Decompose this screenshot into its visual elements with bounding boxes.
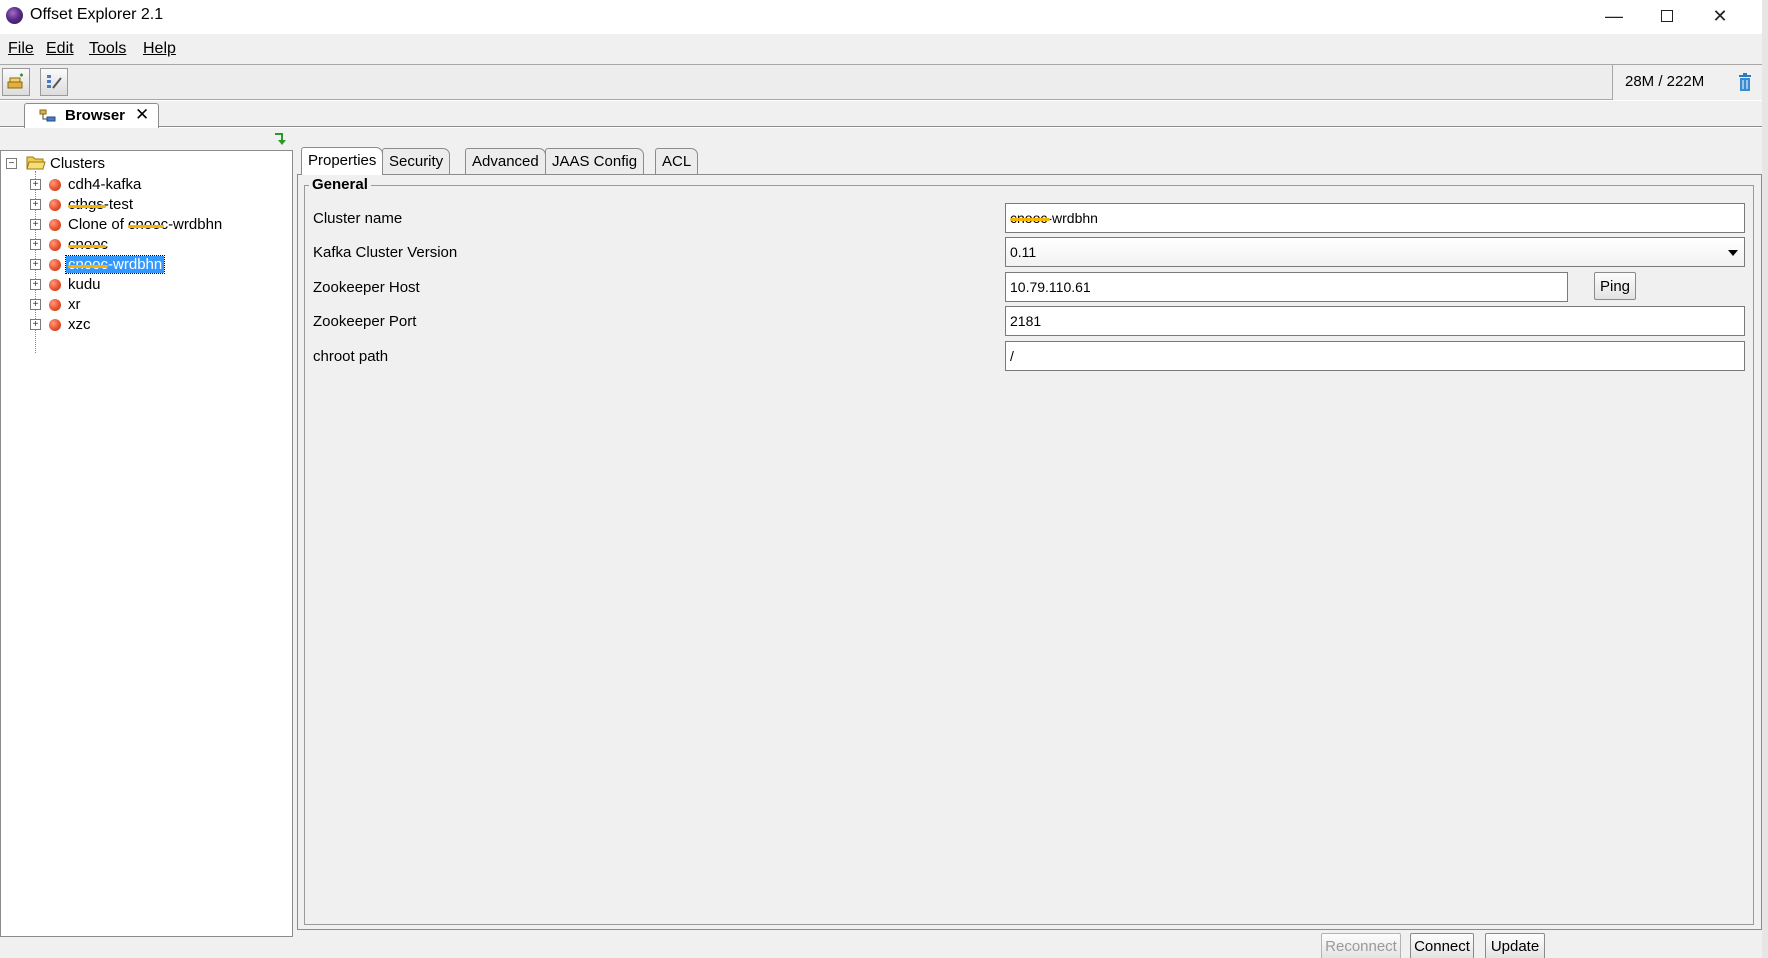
- folder-open-icon: [26, 156, 46, 170]
- menu-edit-label: Edit: [46, 40, 74, 57]
- cluster-name-label: Cluster name: [313, 210, 403, 227]
- cluster-status-icon: [49, 259, 61, 271]
- browser-tab-close-icon[interactable]: ✕: [135, 105, 149, 125]
- tree-expand-toggle[interactable]: +: [30, 199, 41, 210]
- menu-tools[interactable]: Tools: [89, 40, 126, 58]
- tree-expand-toggle[interactable]: +: [30, 239, 41, 250]
- tree-expand-toggle[interactable]: +: [30, 219, 41, 230]
- refresh-arrow-icon[interactable]: [272, 131, 288, 147]
- tab-advanced[interactable]: Advanced: [465, 148, 546, 174]
- update-button[interactable]: Update: [1485, 933, 1545, 958]
- cluster-properties-panel: Properties Security Advanced JAAS Config…: [297, 128, 1762, 958]
- general-group-title: General: [309, 176, 371, 193]
- close-icon: ✕: [1712, 5, 1728, 26]
- browser-tab[interactable]: Browser ✕: [24, 103, 159, 128]
- zookeeper-host-input[interactable]: 10.79.110.61: [1005, 272, 1568, 302]
- window-edge: [1762, 0, 1768, 958]
- tree-expand-toggle[interactable]: +: [30, 299, 41, 310]
- cluster-tree: − Clusters +cdh4-kafka+cthgs-test+Clone …: [0, 150, 293, 937]
- kafka-version-value: 0.11: [1010, 244, 1037, 260]
- cluster-status-icon: [49, 199, 61, 211]
- maximize-icon: [1661, 10, 1673, 22]
- zookeeper-port-label: Zookeeper Port: [313, 313, 417, 330]
- redaction-mark: [68, 205, 106, 208]
- properties-tab-body: General Cluster name cnooc-wrdbhn Kafka …: [297, 174, 1762, 930]
- tree-cluster-item[interactable]: cdh4-kafka: [68, 176, 141, 193]
- menu-edit[interactable]: Edit: [46, 40, 74, 58]
- tab-properties[interactable]: Properties: [301, 147, 384, 175]
- kafka-version-label: Kafka Cluster Version: [313, 244, 458, 261]
- tree-expand-toggle[interactable]: +: [30, 179, 41, 190]
- menu-file-label: File: [8, 40, 34, 57]
- cluster-browser-panel: − Clusters +cdh4-kafka+cthgs-test+Clone …: [0, 128, 293, 958]
- zookeeper-host-value: 10.79.110.61: [1010, 279, 1091, 295]
- cluster-status-icon: [49, 179, 61, 191]
- toolbar: 28M / 222M: [0, 64, 1768, 100]
- menu-help[interactable]: Help: [143, 40, 176, 58]
- tree-expand-toggle[interactable]: +: [30, 279, 41, 290]
- menu-bar: File Edit Tools Help: [0, 34, 1768, 64]
- kafka-version-select[interactable]: 0.11: [1005, 237, 1745, 267]
- title-bar: Offset Explorer 2.1 — ✕: [0, 0, 1768, 34]
- tab-security[interactable]: Security: [382, 148, 451, 174]
- redaction-mark: [68, 265, 108, 268]
- tree-collapse-root[interactable]: −: [6, 158, 17, 169]
- reconnect-button[interactable]: Reconnect: [1321, 933, 1401, 958]
- menu-file[interactable]: File: [8, 40, 34, 58]
- action-bar: Reconnect Connect Update: [297, 933, 1762, 958]
- memory-indicator: 28M / 222M: [1612, 65, 1768, 100]
- edit-connection-button[interactable]: [40, 68, 68, 96]
- cluster-status-icon: [49, 239, 61, 251]
- redaction-mark: [68, 245, 106, 248]
- window-title: Offset Explorer 2.1: [30, 6, 164, 23]
- chevron-down-icon: [1728, 250, 1738, 256]
- app-logo-icon: [6, 7, 23, 24]
- add-connection-button[interactable]: [2, 68, 30, 96]
- chroot-path-input[interactable]: /: [1005, 341, 1745, 371]
- add-connection-icon: [7, 73, 23, 89]
- general-group: General Cluster name cnooc-wrdbhn Kafka …: [304, 176, 1754, 925]
- zookeeper-host-label: Zookeeper Host: [313, 279, 420, 296]
- cluster-status-icon: [49, 219, 61, 231]
- tree-expand-toggle[interactable]: +: [30, 319, 41, 330]
- zookeeper-port-value: 2181: [1010, 313, 1042, 329]
- memory-usage: 28M / 222M: [1625, 73, 1705, 90]
- tab-jaas-config[interactable]: JAAS Config: [545, 148, 645, 174]
- menu-help-label: Help: [143, 40, 176, 57]
- redaction-mark: [128, 225, 164, 228]
- browser-tab-icon: [39, 109, 56, 122]
- trash-icon[interactable]: [1738, 73, 1752, 91]
- maximize-button[interactable]: [1641, 0, 1693, 32]
- chroot-path-label: chroot path: [313, 348, 389, 365]
- cluster-status-icon: [49, 319, 61, 331]
- cluster-status-icon: [49, 299, 61, 311]
- tab-acl[interactable]: ACL: [655, 148, 699, 174]
- tree-cluster-item[interactable]: xr: [68, 296, 81, 313]
- chroot-path-value: /: [1010, 348, 1014, 364]
- menu-tools-label: Tools: [89, 40, 127, 57]
- redaction-mark: [1010, 218, 1050, 221]
- tree-cluster-item[interactable]: xzc: [68, 316, 91, 333]
- tree-expand-toggle[interactable]: +: [30, 259, 41, 270]
- tree-root-label[interactable]: Clusters: [50, 155, 105, 172]
- ping-button[interactable]: Ping: [1594, 272, 1636, 300]
- minimize-icon: —: [1605, 5, 1623, 26]
- browser-tab-label: Browser: [65, 107, 126, 124]
- tree-cluster-item[interactable]: kudu: [68, 276, 101, 293]
- connect-button[interactable]: Connect: [1410, 933, 1474, 958]
- cluster-status-icon: [49, 279, 61, 291]
- main-area: − Clusters +cdh4-kafka+cthgs-test+Clone …: [0, 128, 1768, 958]
- edit-connection-icon: [47, 75, 62, 89]
- minimize-button[interactable]: —: [1588, 0, 1640, 32]
- cluster-name-input[interactable]: cnooc-wrdbhn: [1005, 203, 1745, 233]
- zookeeper-port-input[interactable]: 2181: [1005, 306, 1745, 336]
- document-tab-strip: Browser ✕: [0, 101, 1768, 128]
- close-window-button[interactable]: ✕: [1694, 0, 1746, 32]
